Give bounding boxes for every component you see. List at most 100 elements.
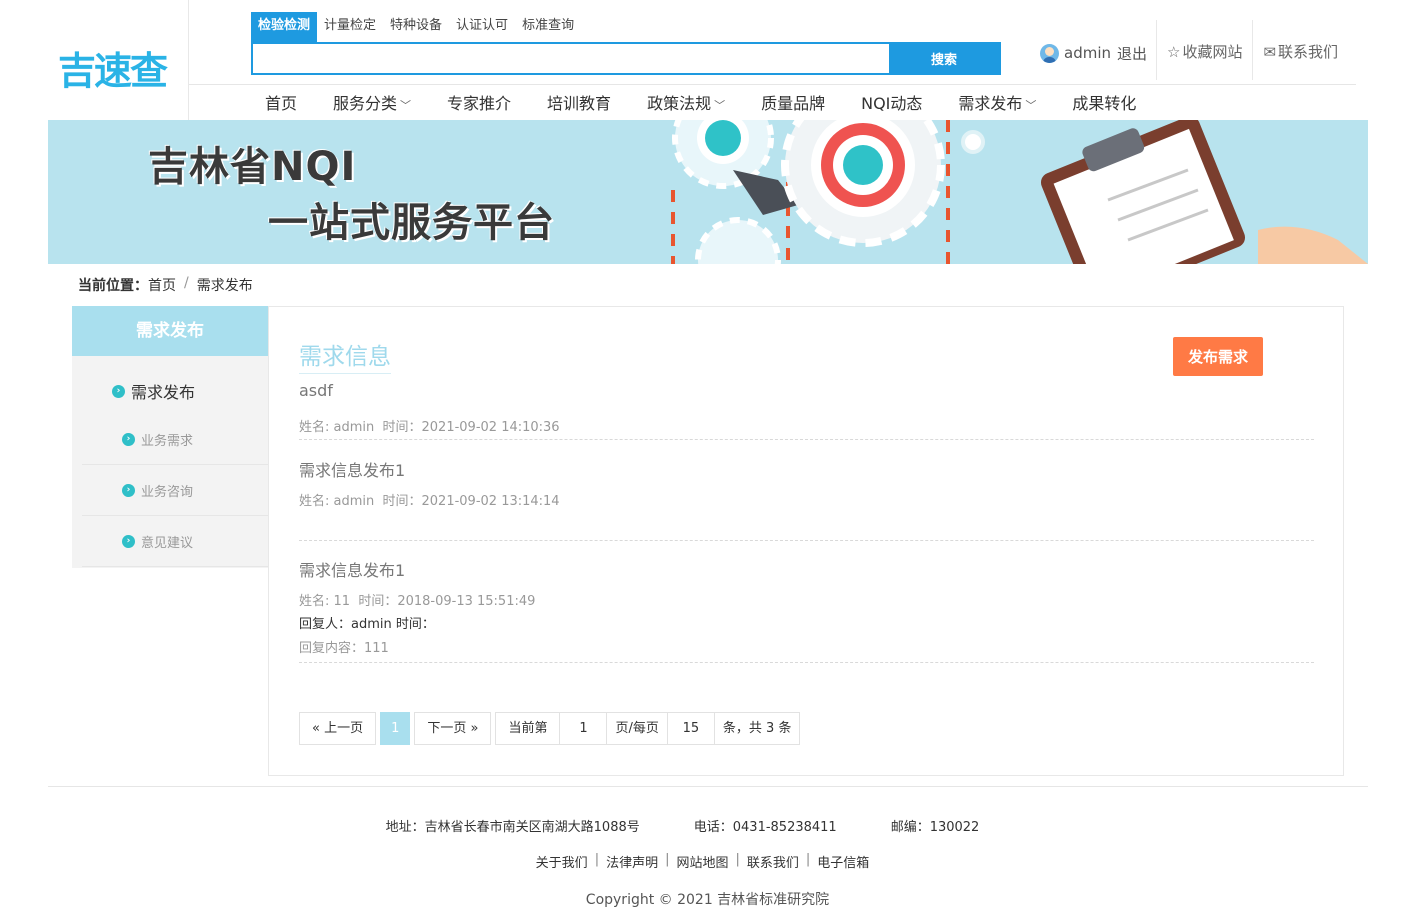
- breadcrumb-home[interactable]: 首页: [148, 275, 176, 295]
- nav-quality-brand[interactable]: 质量品牌: [761, 88, 825, 120]
- footer-divider: [48, 786, 1368, 787]
- footer-address: 地址：吉林省长春市南关区南湖大路1088号: [385, 820, 640, 835]
- mail-icon: ✉: [1263, 43, 1277, 61]
- breadcrumb-label: 当前位置：: [78, 278, 148, 294]
- search-button[interactable]: 搜索: [889, 44, 999, 73]
- search-tab-metrology[interactable]: 计量检定: [317, 12, 383, 42]
- logo-area: 吉速查: [48, 0, 189, 120]
- search-tabs: 检验检测 计量检定 特种设备 认证认可 标准查询: [251, 12, 581, 42]
- main-content: 需求信息 发布需求 asdf 姓名: admin 时间：2021-09-02 1…: [268, 306, 1344, 776]
- copyright: Copyright © 2021 吉林省标准研究院: [585, 892, 830, 908]
- search-box: 搜索: [251, 42, 1001, 75]
- chevron-right-icon: ›: [122, 432, 135, 446]
- sidebar-item-label: 业务咨询: [141, 484, 194, 500]
- banner-title-line1: 吉林省NQI: [148, 144, 357, 190]
- footer-separator: |: [665, 852, 670, 867]
- main-nav: 首页 服务分类 ﹀ 专家推介 培训教育 政策法规 ﹀ 质量品牌 NQI动态 需求发布…: [265, 88, 1172, 120]
- clipboard-icon: [1040, 120, 1246, 264]
- page-title: 需求信息: [299, 337, 391, 374]
- footer-link-sitemap[interactable]: 网站地图: [676, 852, 728, 871]
- favorite-label: 收藏网站: [1182, 43, 1243, 61]
- breadcrumb: 当前位置： 首页 / 需求发布: [78, 275, 253, 295]
- nav-nqi-news[interactable]: NQI动态: [861, 88, 922, 120]
- sidebar-item-demand[interactable]: › 需求发布: [112, 379, 195, 403]
- entry-reply: 回复人：admin 时间：: [299, 617, 435, 632]
- chevron-right-icon: ›: [122, 483, 135, 497]
- list-item[interactable]: 需求信息发布1 姓名: admin 时间：2021-09-02 13:14:14: [299, 457, 1314, 541]
- nav-experts[interactable]: 专家推介: [447, 88, 511, 120]
- avatar: [1040, 43, 1059, 63]
- breadcrumb-separator: /: [184, 275, 189, 291]
- next-page-button[interactable]: 下一页 »: [414, 712, 492, 745]
- footer-link-about[interactable]: 关于我们: [536, 852, 588, 871]
- sidebar-item-business-demand[interactable]: › 业务需求: [82, 414, 268, 465]
- sidebar: 需求发布 › 需求发布 › 业务需求 › 业务咨询 › 意见建议: [72, 306, 268, 568]
- search-tab-certification[interactable]: 认证认可: [449, 12, 515, 42]
- nav-service-category[interactable]: 服务分类 ﹀: [333, 88, 411, 120]
- nav-demand-label: 需求发布: [958, 94, 1023, 113]
- pagination: « 上一页 1 下一页 » 当前第 1 页/每页 15 条，共 3 条: [299, 712, 801, 745]
- entry-title[interactable]: 需求信息发布1: [299, 557, 405, 581]
- site-logo[interactable]: 吉速查: [58, 40, 168, 95]
- footer-info: 地址：吉林省长春市南关区南湖大路1088号 电话：0431-85238411 邮…: [0, 816, 1365, 835]
- current-page-label: 当前第: [508, 721, 548, 736]
- banner-title-line2: 一站式服务平台: [268, 200, 555, 246]
- footer-phone: 电话：0431-85238411: [693, 820, 837, 835]
- search-tab-special-equipment[interactable]: 特种设备: [383, 12, 449, 42]
- footer-postcode: 邮编：130022: [890, 820, 980, 835]
- entry-title[interactable]: 需求信息发布1: [299, 457, 405, 481]
- banner: 吉林省NQI 一站式服务平台: [48, 120, 1368, 264]
- publish-demand-button[interactable]: 发布需求: [1173, 337, 1263, 376]
- chevron-right-icon: ›: [122, 534, 135, 548]
- sidebar-item-business-consult[interactable]: › 业务咨询: [82, 465, 268, 516]
- entry-title[interactable]: asdf: [299, 381, 333, 400]
- target-icon: [781, 120, 945, 247]
- footer-link-legal[interactable]: 法律声明: [606, 852, 658, 871]
- chevron-down-icon: ﹀: [1025, 99, 1037, 112]
- banner-illustration: [671, 120, 1368, 264]
- favorite-link[interactable]: ☆ 收藏网站: [1156, 20, 1252, 80]
- per-page-input[interactable]: 15: [666, 713, 715, 744]
- per-page-label: 页/每页: [615, 721, 659, 736]
- nav-service-category-label: 服务分类: [333, 94, 398, 113]
- nav-policy[interactable]: 政策法规 ﹀: [647, 88, 725, 120]
- contact-link[interactable]: ✉ 联系我们: [1252, 20, 1348, 80]
- sidebar-item-label: 业务需求: [141, 433, 194, 449]
- list-item[interactable]: asdf 姓名: admin 时间：2021-09-02 14:10:36: [299, 381, 1314, 440]
- header-divider: [189, 84, 1356, 85]
- page-1-button[interactable]: 1: [380, 712, 411, 745]
- star-icon: ☆: [1167, 43, 1181, 61]
- nav-home[interactable]: 首页: [265, 88, 297, 120]
- search-input[interactable]: [253, 44, 890, 73]
- nav-training[interactable]: 培训教育: [547, 88, 611, 120]
- search-tab-standards[interactable]: 标准查询: [515, 12, 581, 42]
- logout-link[interactable]: 退出: [1117, 43, 1147, 64]
- prev-page-button[interactable]: « 上一页: [299, 712, 377, 745]
- footer-link-email[interactable]: 电子信箱: [817, 852, 869, 871]
- entry-meta: 姓名: 11 时间：2018-09-13 15:51:49: [299, 594, 536, 609]
- sidebar-item-label: 意见建议: [141, 535, 194, 551]
- total-count: 条，共 3 条: [722, 721, 792, 736]
- contact-label: 联系我们: [1278, 43, 1339, 61]
- sidebar-title: 需求发布: [72, 306, 268, 356]
- list-item[interactable]: 需求信息发布1 姓名: 11 时间：2018-09-13 15:51:49 回复…: [299, 557, 1314, 663]
- user-area: admin 退出: [1040, 40, 1147, 66]
- footer-separator: |: [594, 852, 600, 867]
- entry-meta: 姓名: admin 时间：2021-09-02 14:10:36: [299, 420, 560, 435]
- page-jump: 当前第 1 页/每页 15 条，共 3 条: [495, 712, 801, 745]
- chevron-right-icon: ›: [112, 384, 125, 398]
- top-links: ☆ 收藏网站 ✉ 联系我们: [1156, 20, 1348, 80]
- entry-reply-content: 回复内容：111: [299, 641, 389, 656]
- nav-demand[interactable]: 需求发布 ﹀: [958, 88, 1036, 120]
- sidebar-item-suggestions[interactable]: › 意见建议: [82, 516, 268, 567]
- page-number-input[interactable]: 1: [559, 713, 608, 744]
- footer-link-contact[interactable]: 联系我们: [747, 852, 799, 871]
- nav-achievements[interactable]: 成果转化: [1072, 88, 1136, 120]
- chevron-down-icon: ﹀: [714, 99, 726, 112]
- username[interactable]: admin: [1064, 44, 1111, 62]
- breadcrumb-current: 需求发布: [196, 278, 253, 294]
- footer-separator: |: [805, 852, 811, 867]
- search-tab-inspection[interactable]: 检验检测: [251, 12, 318, 42]
- footer-separator: |: [735, 852, 740, 867]
- footer-links: 关于我们 | 法律声明 | 网站地图 | 联系我们 | 电子信箱: [0, 852, 1405, 871]
